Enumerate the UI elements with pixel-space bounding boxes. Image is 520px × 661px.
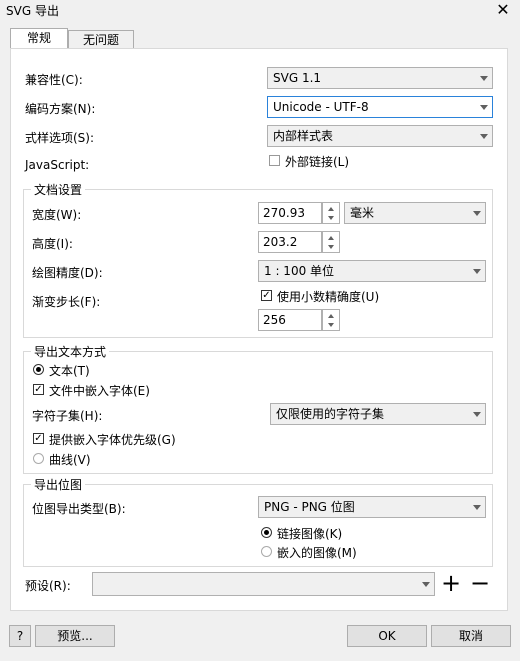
- ok-button[interactable]: OK: [347, 625, 427, 647]
- height-stepper[interactable]: [322, 231, 340, 253]
- chevron-down-icon: [480, 105, 488, 110]
- embed-fonts-checkbox[interactable]: ✓: [33, 384, 44, 395]
- preview-button[interactable]: 预览...: [35, 625, 115, 647]
- style-options-value: 内部样式表: [273, 129, 334, 143]
- bitmap-type-value: PNG - PNG 位图: [264, 500, 355, 514]
- use-decimal-label[interactable]: 使用小数精确度(U): [277, 288, 379, 305]
- encoding-select[interactable]: Unicode - UTF-8: [267, 96, 493, 118]
- link-image-label[interactable]: 链接图像(K): [277, 525, 342, 542]
- preset-label: 预设(R):: [25, 579, 71, 593]
- document-settings-title: 文档设置: [31, 181, 86, 198]
- spin-up-icon: [328, 314, 334, 318]
- subset-select[interactable]: 仅限使用的字符子集: [270, 403, 486, 425]
- as-curves-radio[interactable]: [33, 453, 44, 464]
- prefer-embedded-label[interactable]: 提供嵌入字体优先级(G): [49, 431, 176, 448]
- subset-label: 字符子集(H):: [32, 409, 103, 423]
- chevron-down-icon: [473, 505, 481, 510]
- preset-select[interactable]: [92, 572, 435, 596]
- chevron-down-icon: [422, 582, 430, 587]
- gradient-step-label: 渐变步长(F):: [32, 295, 101, 309]
- chevron-down-icon: [473, 412, 481, 417]
- width-input[interactable]: 270.93: [258, 202, 322, 224]
- width-label: 宽度(W):: [32, 208, 82, 222]
- compatibility-value: SVG 1.1: [273, 71, 322, 85]
- compatibility-select[interactable]: SVG 1.1: [267, 67, 493, 89]
- drawing-precision-label: 绘图精度(D):: [32, 266, 103, 280]
- unit-select[interactable]: 毫米: [344, 202, 486, 224]
- as-text-radio[interactable]: [33, 364, 44, 375]
- spin-up-icon: [328, 207, 334, 211]
- use-decimal-checkbox[interactable]: ✓: [261, 290, 272, 301]
- help-button[interactable]: ?: [9, 625, 31, 647]
- chevron-down-icon: [480, 134, 488, 139]
- spin-down-icon: [328, 216, 334, 220]
- drawing-precision-select[interactable]: 1 : 100 单位: [258, 260, 486, 282]
- bitmap-type-select[interactable]: PNG - PNG 位图: [258, 496, 486, 518]
- bitmap-export-title: 导出位图: [31, 476, 86, 493]
- close-icon[interactable]: ✕: [494, 0, 512, 19]
- encoding-value: Unicode - UTF-8: [273, 100, 369, 114]
- chevron-down-icon: [473, 269, 481, 274]
- embed-image-label[interactable]: 嵌入的图像(M): [277, 544, 357, 561]
- spin-up-icon: [328, 236, 334, 240]
- external-link-label[interactable]: 外部链接(L): [285, 153, 349, 170]
- encoding-label: 编码方案(N):: [25, 102, 96, 116]
- link-image-radio[interactable]: [261, 527, 272, 538]
- as-curves-label[interactable]: 曲线(V): [49, 451, 91, 468]
- bitmap-type-label: 位图导出类型(B):: [32, 502, 126, 516]
- prefer-embedded-checkbox[interactable]: ✓: [33, 433, 44, 444]
- gradient-step-input[interactable]: 256: [258, 309, 322, 331]
- cancel-button[interactable]: 取消: [431, 625, 511, 647]
- external-link-checkbox[interactable]: [269, 155, 280, 166]
- spin-down-icon: [328, 245, 334, 249]
- tab-general[interactable]: 常规: [10, 28, 68, 50]
- drawing-precision-value: 1 : 100 单位: [264, 264, 335, 278]
- window-title: SVG 导出: [6, 4, 59, 18]
- chevron-down-icon: [473, 211, 481, 216]
- subset-value: 仅限使用的字符子集: [276, 407, 385, 421]
- chevron-down-icon: [480, 76, 488, 81]
- remove-preset-icon[interactable]: −: [470, 569, 490, 597]
- style-options-select[interactable]: 内部样式表: [267, 125, 493, 147]
- add-preset-icon[interactable]: +: [441, 569, 461, 597]
- as-text-label[interactable]: 文本(T): [49, 362, 90, 379]
- tab-no-issues[interactable]: 无问题: [68, 30, 134, 50]
- embed-image-radio[interactable]: [261, 546, 272, 557]
- embed-fonts-label[interactable]: 文件中嵌入字体(E): [49, 382, 150, 399]
- width-stepper[interactable]: [322, 202, 340, 224]
- gradient-step-stepper[interactable]: [322, 309, 340, 331]
- text-export-title: 导出文本方式: [31, 343, 110, 360]
- unit-value: 毫米: [350, 206, 375, 220]
- style-options-label: 式样选项(S):: [25, 131, 95, 145]
- javascript-label: JavaScript:: [25, 158, 90, 172]
- compatibility-label: 兼容性(C):: [25, 73, 83, 87]
- height-label: 高度(I):: [32, 237, 73, 251]
- spin-down-icon: [328, 323, 334, 327]
- height-input[interactable]: 203.2: [258, 231, 322, 253]
